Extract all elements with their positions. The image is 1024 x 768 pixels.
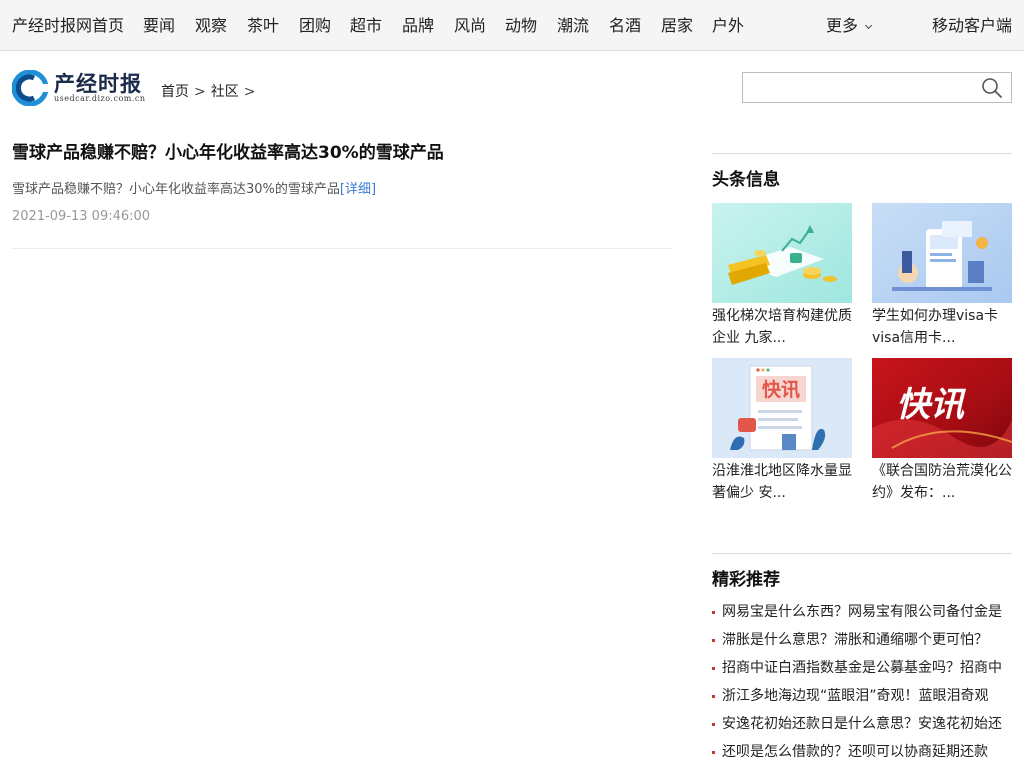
more-menu-button[interactable]: 更多 bbox=[826, 0, 873, 51]
bullet-icon bbox=[712, 723, 715, 726]
mobile-client-link[interactable]: 移动客户端 bbox=[932, 0, 1012, 51]
nav-item-outdoor[interactable]: 户外 bbox=[712, 0, 744, 51]
breadcrumb-separator: > bbox=[243, 84, 256, 100]
nav-item-fashion[interactable]: 风尚 bbox=[454, 0, 486, 51]
headline-caption: 学生如何办理visa卡 visa信用卡... bbox=[872, 308, 999, 346]
finance-phone-image bbox=[872, 203, 1012, 303]
list-item-text: 还呗是怎么借款的？还呗可以协商延期还款 bbox=[722, 744, 988, 760]
divider bbox=[712, 553, 1012, 554]
headline-caption: 强化梯次培育构建优质企业 九家... bbox=[712, 308, 852, 346]
headline-caption: 《联合国防治荒漠化公约》发布：... bbox=[872, 463, 1012, 501]
news-flash-red-image: 快讯 bbox=[872, 358, 1012, 458]
list-item-text: 网易宝是什么东西？网易宝有限公司备付金是 bbox=[722, 604, 1002, 620]
list-item-text: 浙江多地海边现“蓝眼泪”奇观！蓝眼泪奇观 bbox=[722, 688, 989, 704]
nav-item-liquor[interactable]: 名酒 bbox=[609, 0, 641, 51]
list-item[interactable]: 滞胀是什么意思？滞胀和通缩哪个更可怕？ bbox=[712, 628, 1012, 656]
bullet-icon bbox=[712, 751, 715, 754]
bullet-icon bbox=[712, 695, 715, 698]
more-label: 更多 bbox=[826, 16, 859, 35]
divider bbox=[12, 248, 672, 249]
search-input[interactable] bbox=[743, 73, 971, 102]
breadcrumb-separator: > bbox=[194, 84, 206, 100]
headline-card[interactable]: 强化梯次培育构建优质企业 九家... bbox=[712, 203, 852, 349]
site-logo[interactable]: 产经时报 usedcar.dizo.com.cn bbox=[12, 70, 148, 106]
breadcrumb-section-link[interactable]: 社区 bbox=[211, 84, 239, 100]
news-flash-image: 快讯 bbox=[712, 358, 852, 458]
bullet-icon bbox=[712, 611, 715, 614]
breadcrumb: 首页 > 社区 > bbox=[161, 81, 260, 101]
list-item[interactable]: 招商中证白酒指数基金是公募基金吗？招商中 bbox=[712, 656, 1012, 684]
list-item-text: 安逸花初始还款日是什么意思？安逸花初始还 bbox=[722, 716, 1002, 732]
search-box bbox=[742, 72, 1012, 103]
nav-item-home[interactable]: 产经时报网首页 bbox=[12, 0, 124, 51]
article-summary: 雪球产品稳赚不赔？小心年化收益率高达30%的雪球产品[详细] bbox=[12, 178, 376, 197]
headline-caption: 沿淮淮北地区降水量显著偏少 安... bbox=[712, 463, 852, 501]
nav-item-home-living[interactable]: 居家 bbox=[661, 0, 693, 51]
recommend-heading: 精彩推荐 bbox=[712, 570, 780, 590]
article-summary-text: 雪球产品稳赚不赔？小心年化收益率高达30%的雪球产品 bbox=[12, 182, 340, 197]
nav-item-animal[interactable]: 动物 bbox=[505, 0, 537, 51]
article-date: 2021-09-13 09:46:00 bbox=[12, 209, 151, 224]
list-item[interactable]: 安逸花初始还款日是什么意思？安逸花初始还 bbox=[712, 712, 1012, 740]
flash-badge-text: 快讯 bbox=[762, 378, 800, 401]
bullet-icon bbox=[712, 667, 715, 670]
logo-subtitle: usedcar.dizo.com.cn bbox=[54, 94, 146, 103]
recommend-list: 网易宝是什么东西？网易宝有限公司备付金是 滞胀是什么意思？滞胀和通缩哪个更可怕？… bbox=[712, 600, 1012, 768]
headline-card[interactable]: 快讯 沿淮淮北地区降水量显著偏少 安... bbox=[712, 358, 852, 504]
flash-badge-text: 快讯 bbox=[896, 385, 967, 425]
article-title[interactable]: 雪球产品稳赚不赔？小心年化收益率高达30%的雪球产品 bbox=[12, 138, 444, 163]
search-icon[interactable] bbox=[981, 77, 1003, 99]
nav-item-supermarket[interactable]: 超市 bbox=[350, 0, 382, 51]
bullet-icon bbox=[712, 639, 715, 642]
nav-item-trend[interactable]: 潮流 bbox=[557, 0, 589, 51]
chevron-down-icon bbox=[864, 21, 873, 30]
nav-item-tea[interactable]: 茶叶 bbox=[247, 0, 279, 51]
divider bbox=[712, 153, 1012, 154]
article-detail-link[interactable]: [详细] bbox=[340, 182, 376, 197]
logo-mark-icon bbox=[12, 70, 48, 106]
nav-item-brand[interactable]: 品牌 bbox=[402, 0, 434, 51]
headline-card[interactable]: 快讯 《联合国防治荒漠化公约》发布：... bbox=[872, 358, 1012, 504]
list-item-text: 招商中证白酒指数基金是公募基金吗？招商中 bbox=[722, 660, 1002, 676]
nav-item-news[interactable]: 要闻 bbox=[143, 0, 175, 51]
list-item[interactable]: 网易宝是什么东西？网易宝有限公司备付金是 bbox=[712, 600, 1012, 628]
nav-item-group-buy[interactable]: 团购 bbox=[299, 0, 331, 51]
breadcrumb-home-link[interactable]: 首页 bbox=[161, 84, 189, 100]
list-item-text: 滞胀是什么意思？滞胀和通缩哪个更可怕？ bbox=[722, 632, 988, 648]
list-item[interactable]: 浙江多地海边现“蓝眼泪”奇观！蓝眼泪奇观 bbox=[712, 684, 1012, 712]
headlines-heading: 头条信息 bbox=[712, 170, 780, 190]
top-nav-bar: 产经时报网首页 要闻 观察 茶叶 团购 超市 品牌 风尚 动物 潮流 名酒 居家… bbox=[0, 0, 1024, 51]
finance-coins-image bbox=[712, 203, 852, 303]
headline-card[interactable]: 学生如何办理visa卡 visa信用卡... bbox=[872, 203, 1012, 349]
nav-item-observe[interactable]: 观察 bbox=[195, 0, 227, 51]
list-item[interactable]: 还呗是怎么借款的？还呗可以协商延期还款 bbox=[712, 740, 1012, 768]
